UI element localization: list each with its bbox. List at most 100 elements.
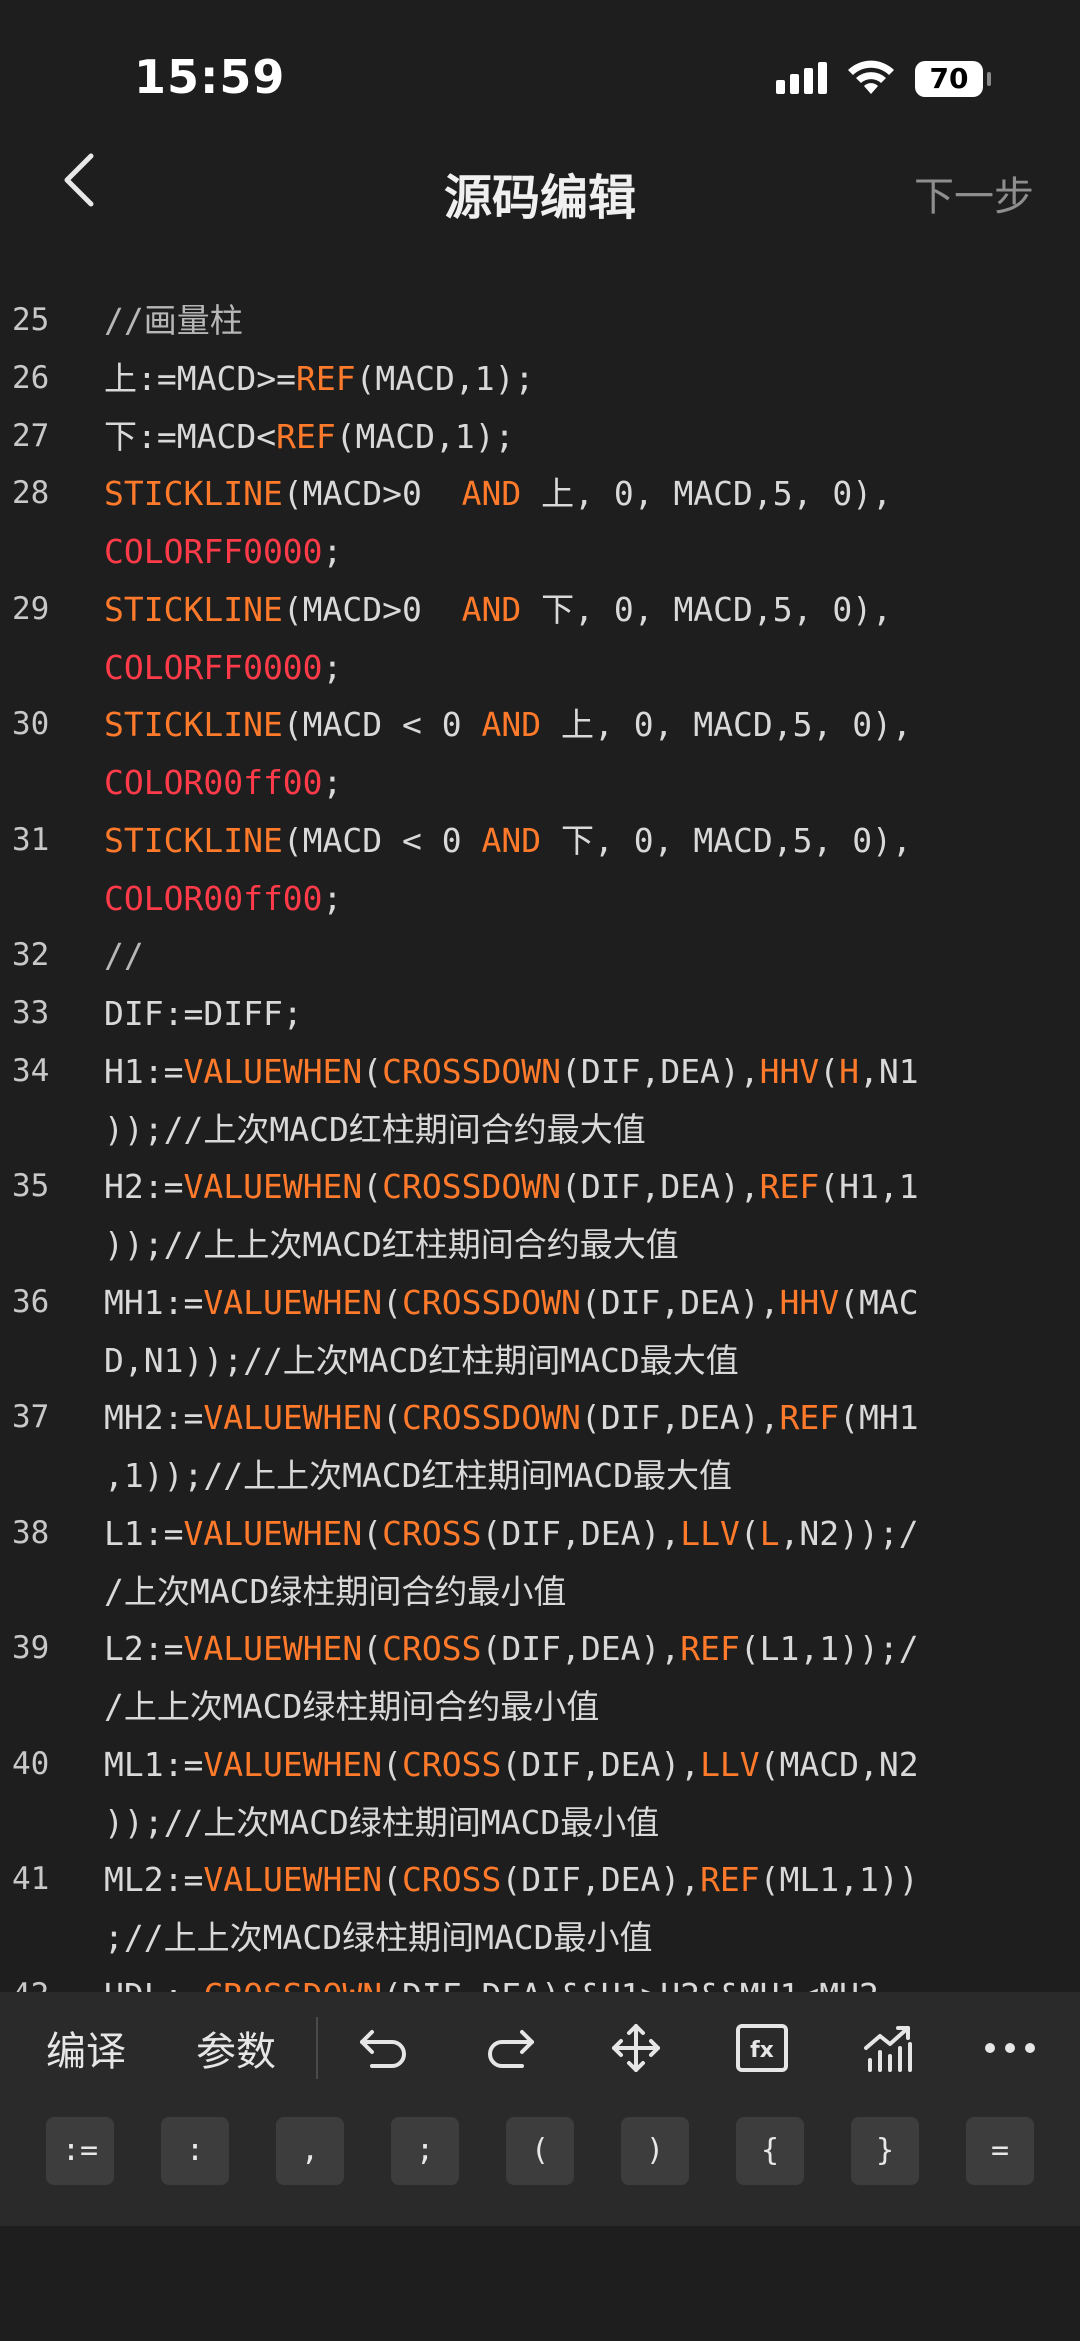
symbol-key[interactable]: : bbox=[161, 2117, 229, 2185]
line-number-text: 27 bbox=[12, 417, 50, 454]
code-line-text[interactable]: L1:=VALUEWHEN(CROSS(DIF,DEA),LLV(L,N2));… bbox=[104, 1505, 1080, 1563]
code-text: ( bbox=[382, 1398, 403, 1438]
line-number: 40 bbox=[0, 1736, 68, 1852]
code-text: (DIF,DEA), bbox=[560, 1051, 760, 1091]
toolbar-divider bbox=[316, 2017, 318, 2079]
code-line-text[interactable]: COLOR00ff00; bbox=[104, 870, 1080, 928]
code-text: ( bbox=[362, 1051, 383, 1091]
code-line[interactable]: 27 下:=MACD<REF(MACD,1); bbox=[0, 408, 1080, 466]
code-line-text[interactable]: 下:=MACD<REF(MACD,1); bbox=[104, 408, 1080, 466]
code-keyword: VALUEWHEN bbox=[183, 1513, 363, 1553]
code-line[interactable]: 33 DIF:=DIFF; bbox=[0, 985, 1080, 1043]
code-text: ( bbox=[382, 1744, 403, 1784]
params-button[interactable]: 参数 bbox=[196, 2019, 276, 2077]
function-button[interactable]: fx bbox=[732, 2018, 792, 2078]
symbol-key[interactable]: ) bbox=[621, 2117, 689, 2185]
code-line[interactable]: 42HDL:=CROSSDOWN(DIF,DEA)&&H1>H2&&MH1<MH… bbox=[0, 1967, 1080, 1992]
code-line-text[interactable]: HDL:=CROSSDOWN(DIF,DEA)&&H1>H2&&MH1<MH2 bbox=[104, 1967, 1080, 1992]
code-line[interactable]: 41 ML2:=VALUEWHEN(CROSS(DIF,DEA),REF(ML1,… bbox=[0, 1851, 1080, 1967]
code-line[interactable]: 36 MH1:=VALUEWHEN(CROSSDOWN(DIF,DEA),HHV(… bbox=[0, 1274, 1080, 1390]
code-line[interactable]: 40 ML1:=VALUEWHEN(CROSS(DIF,DEA),LLV(MACD… bbox=[0, 1736, 1080, 1852]
code-line-text[interactable]: /上上次MACD绿柱期间合约最小值 bbox=[104, 1678, 1080, 1736]
code-line[interactable]: 37 MH2:=VALUEWHEN(CROSSDOWN(DIF,DEA),REF(… bbox=[0, 1389, 1080, 1505]
symbol-key[interactable]: , bbox=[276, 2117, 344, 2185]
code-line-text[interactable]: // bbox=[104, 927, 1080, 985]
symbol-key[interactable]: } bbox=[851, 2117, 919, 2185]
wifi-icon bbox=[848, 60, 894, 94]
code-line[interactable]: 34 H1:=VALUEWHEN(CROSSDOWN(DIF,DEA),HHV(H… bbox=[0, 1043, 1080, 1159]
code-line[interactable]: 30 STICKLINE(MACD < 0 AND 上, 0, MACD,5, 0… bbox=[0, 696, 1080, 812]
code-text: ( bbox=[362, 1167, 383, 1207]
code-text: ,1));//上上次MACD红柱期间MACD最大值 bbox=[104, 1456, 733, 1496]
code-line-text[interactable]: L2:=VALUEWHEN(CROSS(DIF,DEA),REF(L1,1));… bbox=[104, 1620, 1080, 1678]
code-line-text[interactable]: STICKLINE(MACD>0 AND 上, 0, MACD,5, 0), bbox=[104, 465, 1080, 523]
redo-button[interactable] bbox=[480, 2018, 540, 2078]
move-button[interactable] bbox=[606, 2018, 666, 2078]
code-line-text[interactable]: STICKLINE(MACD < 0 AND 上, 0, MACD,5, 0), bbox=[104, 696, 1080, 754]
compile-button[interactable]: 编译 bbox=[46, 2019, 126, 2077]
code-text: HDL:= bbox=[104, 1976, 203, 1992]
code-line[interactable]: 39 L2:=VALUEWHEN(CROSS(DIF,DEA),REF(L1,1)… bbox=[0, 1620, 1080, 1736]
code-keyword: REF bbox=[700, 1860, 760, 1900]
line-number-text: 26 bbox=[12, 359, 50, 396]
code-line-text[interactable]: /上次MACD绿柱期间合约最小值 bbox=[104, 1563, 1080, 1621]
symbol-key[interactable]: ; bbox=[391, 2117, 459, 2185]
svg-text:fx: fx bbox=[750, 2038, 774, 2063]
undo-button[interactable] bbox=[354, 2018, 414, 2078]
code-line-text[interactable]: DIF:=DIFF; bbox=[104, 985, 1080, 1043]
line-number-text: 40 bbox=[12, 1745, 50, 1782]
code-keyword: AND bbox=[481, 705, 542, 745]
code-text: (MACD,N2 bbox=[759, 1744, 919, 1784]
more-button[interactable] bbox=[980, 2018, 1040, 2078]
code-line-text[interactable]: H2:=VALUEWHEN(CROSSDOWN(DIF,DEA),REF(H1,… bbox=[104, 1158, 1080, 1216]
code-text: /上上次MACD绿柱期间合约最小值 bbox=[104, 1687, 600, 1727]
code-line-text[interactable]: COLOR00ff00; bbox=[104, 754, 1080, 812]
code-line-text[interactable]: //画量柱 bbox=[104, 292, 1080, 350]
code-line-text[interactable]: COLORFF0000; bbox=[104, 523, 1080, 581]
code-line-text[interactable]: ;//上上次MACD绿柱期间MACD最小值 bbox=[104, 1909, 1080, 1967]
code-line[interactable]: 25 //画量柱 bbox=[0, 292, 1080, 350]
code-line[interactable]: 38 L1:=VALUEWHEN(CROSS(DIF,DEA),LLV(L,N2)… bbox=[0, 1505, 1080, 1621]
code-line[interactable]: 31 STICKLINE(MACD < 0 AND 下, 0, MACD,5, 0… bbox=[0, 812, 1080, 928]
code-line-text[interactable]: COLORFF0000; bbox=[104, 639, 1080, 697]
line-number-text: 41 bbox=[12, 1861, 50, 1898]
code-line[interactable]: 32 // bbox=[0, 927, 1080, 985]
line-number-text: 39 bbox=[12, 1630, 50, 1667]
move-icon bbox=[612, 2024, 660, 2072]
chart-button[interactable] bbox=[858, 2018, 918, 2078]
code-line-text[interactable]: ));//上上次MACD红柱期间合约最大值 bbox=[104, 1216, 1080, 1274]
code-line[interactable]: 35 H2:=VALUEWHEN(CROSSDOWN(DIF,DEA),REF(H… bbox=[0, 1158, 1080, 1274]
line-number-text: 32 bbox=[12, 937, 50, 974]
code-line-text[interactable]: ,1));//上上次MACD红柱期间MACD最大值 bbox=[104, 1447, 1080, 1505]
code-color-constant: COLORFF0000 bbox=[104, 647, 323, 687]
code-line-text[interactable]: MH2:=VALUEWHEN(CROSSDOWN(DIF,DEA),REF(MH… bbox=[104, 1389, 1080, 1447]
code-line-text[interactable]: STICKLINE(MACD < 0 AND 下, 0, MACD,5, 0), bbox=[104, 812, 1080, 870]
code-line-text[interactable]: ));//上次MACD绿柱期间MACD最小值 bbox=[104, 1794, 1080, 1852]
code-line-body: // bbox=[68, 927, 1058, 985]
code-keyword: CROSSDOWN bbox=[203, 1976, 382, 1992]
code-line-text[interactable]: ));//上次MACD红柱期间合约最大值 bbox=[104, 1101, 1080, 1159]
symbol-key[interactable]: { bbox=[736, 2117, 804, 2185]
code-text: ,N1 bbox=[859, 1051, 919, 1091]
code-line-text[interactable]: STICKLINE(MACD>0 AND 下, 0, MACD,5, 0), bbox=[104, 581, 1080, 639]
next-step-button[interactable]: 下一步 bbox=[914, 164, 1034, 222]
code-line-text[interactable]: H1:=VALUEWHEN(CROSSDOWN(DIF,DEA),HHV(H,N… bbox=[104, 1043, 1080, 1101]
code-editor[interactable]: 25//画量柱 26 上:=MACD>=REF(MACD,1); 27 下:=MACD<… bbox=[0, 292, 1080, 1992]
code-text: ;//上上次MACD绿柱期间MACD最小值 bbox=[104, 1918, 653, 1958]
line-number-text: 37 bbox=[12, 1399, 50, 1436]
code-line[interactable]: 26 上:=MACD>=REF(MACD,1); bbox=[0, 350, 1080, 408]
symbol-key[interactable]: = bbox=[966, 2117, 1034, 2185]
code-line-body: 下:=MACD<REF(MACD,1); bbox=[68, 408, 1058, 466]
code-line-text[interactable]: 上:=MACD>=REF(MACD,1); bbox=[104, 350, 1080, 408]
code-line-body: MH2:=VALUEWHEN(CROSSDOWN(DIF,DEA),REF(MH… bbox=[68, 1389, 1058, 1505]
code-text: (MACD < 0 bbox=[282, 820, 482, 860]
symbol-key[interactable]: ( bbox=[506, 2117, 574, 2185]
code-line[interactable]: 28 STICKLINE(MACD>0 AND 上, 0, MACD,5, 0),… bbox=[0, 465, 1080, 581]
code-line-text[interactable]: D,N1));//上次MACD红柱期间MACD最大值 bbox=[104, 1332, 1080, 1390]
code-line-text[interactable]: MH1:=VALUEWHEN(CROSSDOWN(DIF,DEA),HHV(MA… bbox=[104, 1274, 1080, 1332]
code-line[interactable]: 29 STICKLINE(MACD>0 AND 下, 0, MACD,5, 0),… bbox=[0, 581, 1080, 697]
code-line-text[interactable]: ML2:=VALUEWHEN(CROSS(DIF,DEA),REF(ML1,1)… bbox=[104, 1851, 1080, 1909]
code-line-body: DIF:=DIFF; bbox=[68, 985, 1058, 1043]
code-line-text[interactable]: ML1:=VALUEWHEN(CROSS(DIF,DEA),LLV(MACD,N… bbox=[104, 1736, 1080, 1794]
symbol-key[interactable]: := bbox=[46, 2117, 114, 2185]
